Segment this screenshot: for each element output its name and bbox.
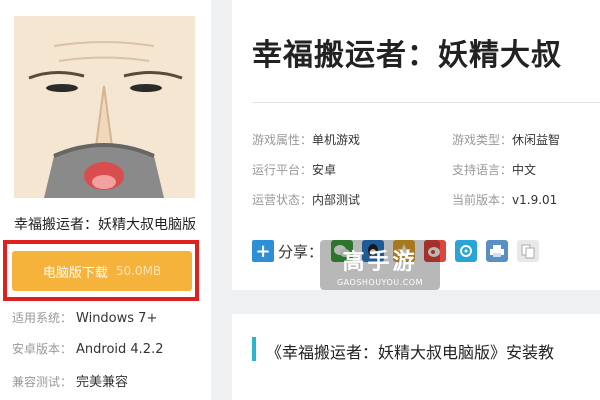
attr-key: 游戏属性： [252, 133, 313, 147]
download-size: 50.0MB [115, 264, 162, 278]
attr-version: 当前版本：v1.9.01 [452, 191, 557, 208]
attr-value: 休闲益智 [512, 133, 561, 147]
attr-platform: 运行平台：安卓 [252, 161, 336, 178]
attr-value: 安卓 [312, 163, 337, 177]
spec-key: 安卓版本： [12, 342, 73, 356]
game-name: 幸福搬运者：妖精大叔电脑版 [14, 217, 196, 233]
qzone-share-icon[interactable] [393, 240, 416, 262]
attr-key: 游戏类型： [452, 133, 513, 147]
tencent-weibo-share-icon[interactable] [455, 240, 478, 262]
print-icon[interactable] [486, 240, 509, 262]
attr-game-type: 游戏类型：休闲益智 [452, 131, 560, 148]
attr-value: 内部测试 [312, 193, 361, 207]
section-accent-bar [252, 337, 256, 361]
game-avatar [14, 16, 195, 198]
weibo-share-icon[interactable] [424, 240, 447, 262]
attr-game-property: 游戏属性：单机游戏 [252, 131, 360, 148]
attr-key: 当前版本： [452, 193, 513, 207]
attr-language: 支持语言：中文 [452, 161, 536, 178]
game-info-card: 幸福搬运者：妖精大叔电脑版 电脑版下载 50.0MB 适用系统： Windows … [0, 0, 211, 400]
spec-row-android: 安卓版本： Android 4.2.2 [12, 340, 164, 357]
attr-status: 运营状态：内部测试 [252, 191, 360, 208]
attr-value: 中文 [512, 163, 537, 177]
divider [252, 102, 600, 103]
spec-value: 完美兼容 [76, 375, 129, 390]
section-title: 《幸福搬运者：妖精大叔电脑版》安装教 [266, 343, 555, 362]
spec-row-compat: 兼容测试： 完美兼容 [12, 371, 128, 390]
pc-download-button[interactable]: 电脑版下载 50.0MB [12, 251, 192, 291]
share-bar: + 分享： [252, 238, 548, 264]
page-title: 幸福搬运者：妖精大叔 [252, 38, 562, 73]
attr-key: 运行平台： [252, 163, 313, 177]
spec-key: 适用系统： [12, 311, 73, 325]
spec-value: Windows 7+ [76, 311, 158, 326]
attr-value: v1.9.01 [512, 193, 558, 207]
attr-key: 支持语言： [452, 163, 513, 177]
spec-key: 兼容测试： [12, 375, 73, 389]
attr-key: 运营状态： [252, 193, 313, 207]
attr-value: 单机游戏 [312, 133, 361, 147]
share-label: 分享： [278, 242, 324, 261]
spec-row-os: 适用系统： Windows 7+ [12, 309, 157, 326]
spec-value: Android 4.2.2 [76, 342, 164, 357]
share-plus-icon[interactable]: + [252, 240, 274, 262]
wechat-share-icon[interactable] [331, 240, 354, 262]
download-label: 电脑版下载 [42, 265, 108, 281]
qq-share-icon[interactable] [362, 240, 385, 262]
copy-icon[interactable] [517, 240, 540, 262]
